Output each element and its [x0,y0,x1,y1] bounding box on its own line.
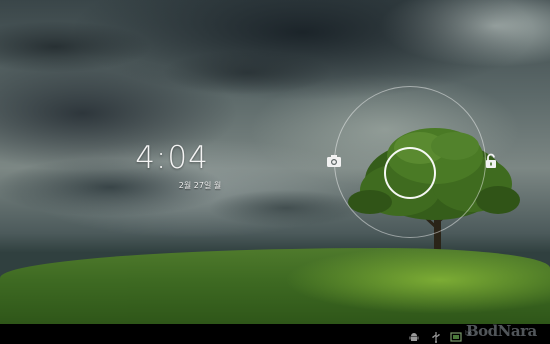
lock-clock: 4:04 [135,140,209,176]
android-debug-icon [408,328,420,341]
lock-date: 2월 27일 월 [178,181,222,190]
screenshot-icon [450,328,462,342]
usb-icon [430,328,442,343]
unlock-icon[interactable] [482,152,500,170]
bodnara-watermark: BodNara [466,322,537,340]
unlock-handle[interactable] [384,147,436,199]
lock-screen-wallpaper: 4:04 2월 27일 월 [0,0,550,324]
camera-icon[interactable] [325,152,343,170]
grass-field [0,248,550,324]
